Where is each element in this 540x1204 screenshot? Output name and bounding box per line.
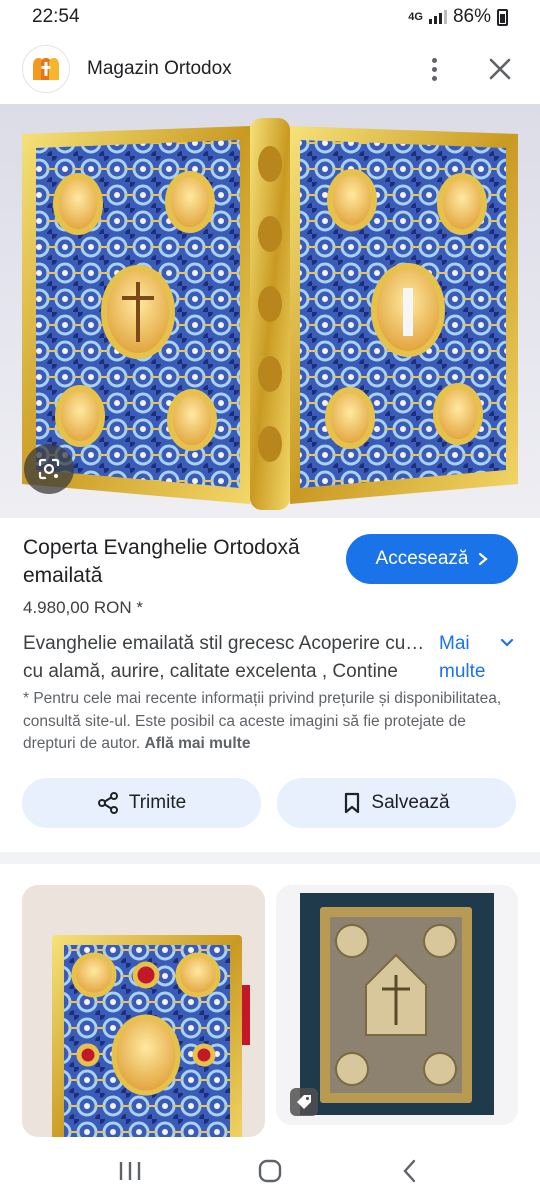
system-nav-bar	[0, 1137, 540, 1204]
close-button[interactable]	[482, 51, 518, 87]
visit-button[interactable]: Accesează	[346, 534, 518, 584]
save-button[interactable]: Salvează	[277, 778, 516, 828]
chevron-right-icon	[479, 552, 489, 566]
status-bar: 22:54 4G 86%	[0, 0, 540, 34]
site-logo-icon	[33, 58, 59, 80]
signal-icon	[428, 10, 447, 24]
network-type: 4G	[408, 10, 423, 23]
learn-more-link[interactable]: Află mai multe	[145, 735, 251, 752]
lens-search-button[interactable]	[24, 444, 74, 494]
related-image-1[interactable]	[22, 885, 265, 1137]
gospel-book-image	[0, 104, 540, 518]
section-divider	[0, 852, 540, 864]
save-label: Salvează	[371, 792, 450, 813]
clock: 22:54	[32, 6, 80, 27]
result-header: Magazin Ortodox	[0, 34, 540, 104]
chevron-down-icon[interactable]	[500, 638, 514, 648]
more-link[interactable]: Mai multe	[439, 630, 499, 686]
product-price: 4.980,00 RON *	[23, 598, 144, 617]
disclaimer-text: * Pentru cele mai recente informații pri…	[23, 690, 502, 752]
related-book-image-1	[22, 885, 265, 1137]
home-icon	[258, 1159, 282, 1182]
product-image[interactable]	[0, 104, 540, 518]
home-button[interactable]	[245, 1151, 295, 1191]
back-icon	[403, 1159, 416, 1182]
product-title: Coperta Evanghelie Ortodoxă emailată	[23, 536, 300, 587]
site-name[interactable]: Magazin Ortodox	[87, 58, 416, 80]
close-icon	[489, 58, 511, 80]
battery-icon	[497, 8, 508, 26]
lens-icon	[38, 458, 60, 480]
product-tag-button[interactable]	[290, 1088, 318, 1116]
action-row: Trimite Salvează	[22, 778, 516, 828]
description-line-2: cu alamă, aurire, calitate excelenta , C…	[23, 661, 398, 682]
recents-button[interactable]	[105, 1151, 155, 1191]
share-icon	[97, 792, 118, 814]
status-icons: 4G 86%	[408, 6, 508, 28]
description-line-1: Evanghelie emailată stil grecesc Acoperi…	[23, 633, 425, 654]
battery-level: 86%	[452, 6, 491, 27]
product-description: Evanghelie emailată stil grecesc Acoperi…	[23, 630, 433, 686]
share-button[interactable]: Trimite	[22, 778, 261, 828]
bookmark-icon	[345, 792, 360, 814]
site-logo[interactable]	[22, 45, 70, 93]
copyright-disclaimer: * Pentru cele mai recente informații pri…	[23, 688, 519, 756]
back-button[interactable]	[385, 1151, 435, 1191]
tag-icon	[297, 1095, 311, 1109]
visit-label: Accesează	[375, 548, 469, 569]
recents-icon	[119, 1161, 141, 1180]
share-label: Trimite	[128, 792, 187, 813]
more-options-button[interactable]	[416, 51, 452, 87]
